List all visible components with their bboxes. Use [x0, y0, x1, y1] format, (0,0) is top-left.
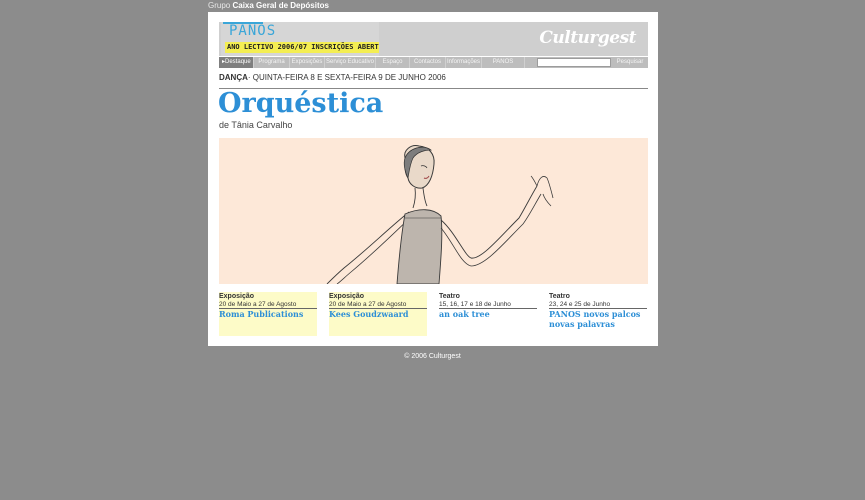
- panos-enrollment-strip: ANO LECTIVO 2006/07 INSCRIÇÕES ABERTAS: [225, 42, 379, 53]
- card-dates: 23, 24 e 25 de Junho: [549, 301, 611, 308]
- card-dates: 20 de Maio a 27 de Agosto: [219, 301, 297, 308]
- nav-item-espaco[interactable]: Espaço: [376, 57, 410, 68]
- event-card[interactable]: Teatro 23, 24 e 25 de Junho PANOS novos …: [549, 292, 647, 336]
- group-name[interactable]: Caixa Geral de Depósitos: [232, 1, 328, 10]
- event-card[interactable]: Exposição 20 de Maio a 27 de Agosto Kees…: [329, 292, 427, 336]
- panos-title: PANOS: [229, 23, 277, 39]
- nav-item-informacoes[interactable]: Informações: [446, 57, 482, 68]
- nav-item-destaque[interactable]: ▸Destaque: [219, 57, 254, 68]
- event-card[interactable]: Exposição 20 de Maio a 27 de Agosto Roma…: [219, 292, 317, 336]
- page-container: PANOS ANO LECTIVO 2006/07 INSCRIÇÕES ABE…: [208, 12, 658, 346]
- search-input[interactable]: [537, 58, 611, 67]
- search-button[interactable]: Pesquisar: [612, 57, 648, 68]
- card-category: Teatro: [549, 293, 570, 300]
- hero-illustration: [219, 138, 648, 284]
- dancer-illustration: [326, 145, 554, 284]
- event-date: · QUINTA-FEIRA 8 E SEXTA-FEIRA 9 DE JUNH…: [247, 73, 446, 82]
- card-title-link[interactable]: Kees Goudzwaard: [329, 309, 427, 319]
- footer-copyright: © 2006 Culturgest: [404, 353, 461, 360]
- panos-banner-ad[interactable]: PANOS ANO LECTIVO 2006/07 INSCRIÇÕES ABE…: [221, 22, 379, 56]
- nav-item-contactos[interactable]: Contactos: [410, 57, 446, 68]
- group-prefix: Grupo: [208, 1, 231, 10]
- page-title: Orquéstica: [218, 88, 384, 119]
- card-title-link[interactable]: PANOS novos palcos novas palavras: [549, 309, 645, 329]
- nav-item-programa[interactable]: Programa: [254, 57, 290, 68]
- event-category: DANÇA: [219, 73, 248, 82]
- event-date-line: DANÇA· QUINTA-FEIRA 8 E SEXTA-FEIRA 9 DE…: [219, 73, 446, 82]
- card-dates: 20 de Maio a 27 de Agosto: [329, 301, 407, 308]
- culturgest-logo[interactable]: Culturgest: [539, 28, 636, 48]
- card-category: Exposição: [329, 293, 365, 300]
- group-header: Grupo Caixa Geral de Depósitos: [208, 1, 329, 10]
- card-title-link[interactable]: Roma Publications: [219, 309, 317, 319]
- nav-item-exposicoes[interactable]: Exposições: [290, 57, 325, 68]
- page-subtitle: de Tânia Carvalho: [219, 120, 293, 130]
- card-title-link[interactable]: an oak tree: [439, 309, 537, 319]
- card-dates: 15, 16, 17 e 18 de Junho: [439, 301, 511, 308]
- header-banner: PANOS ANO LECTIVO 2006/07 INSCRIÇÕES ABE…: [219, 22, 648, 56]
- nav-item-servico-educativo[interactable]: Serviço Educativo: [325, 57, 376, 68]
- card-category: Exposição: [219, 293, 255, 300]
- nav-item-panos[interactable]: PANOS: [482, 57, 525, 68]
- card-category: Teatro: [439, 293, 460, 300]
- event-card[interactable]: Teatro 15, 16, 17 e 18 de Junho an oak t…: [439, 292, 537, 336]
